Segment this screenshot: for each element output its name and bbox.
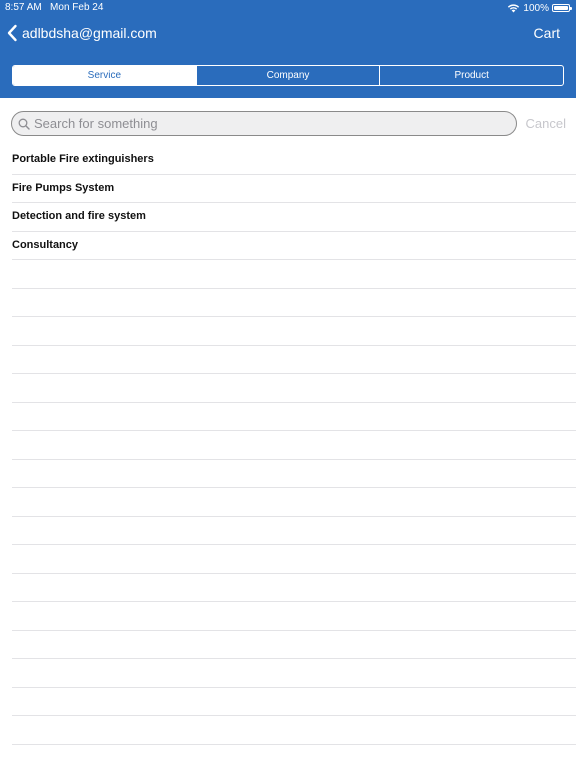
empty-row <box>12 403 576 431</box>
empty-row <box>12 574 576 602</box>
empty-row <box>12 488 576 517</box>
list-item-label: Fire Pumps System <box>12 181 115 194</box>
wifi-icon <box>508 4 520 13</box>
segment-product[interactable]: Product <box>379 66 563 85</box>
empty-row <box>12 545 576 574</box>
navigation-bar: adlbdsha@gmail.com Cart <box>0 16 576 53</box>
search-input[interactable] <box>34 116 494 131</box>
search-icon <box>18 118 30 130</box>
segment-service[interactable]: Service <box>13 66 196 85</box>
empty-row <box>12 260 576 289</box>
empty-row <box>12 346 576 374</box>
header: 8:57 AM Mon Feb 24 100% adlbdsha@gmail.c… <box>0 0 576 98</box>
segment-company[interactable]: Company <box>195 66 380 85</box>
segmented-control: Service Company Product <box>12 65 564 86</box>
status-indicators: 100% <box>507 2 572 14</box>
empty-row <box>12 317 576 346</box>
cart-button[interactable]: Cart <box>534 25 560 41</box>
status-time-date: 8:57 AM Mon Feb 24 <box>5 2 103 13</box>
list-item[interactable]: Portable Fire extinguishers <box>12 146 576 175</box>
status-time: 8:57 AM <box>5 2 42 13</box>
list-item[interactable]: Consultancy <box>12 232 576 260</box>
empty-row <box>12 745 576 768</box>
empty-row <box>12 688 576 716</box>
list-item-label: Portable Fire extinguishers <box>12 153 154 165</box>
empty-row <box>12 602 576 631</box>
chevron-left-icon <box>7 24 17 42</box>
status-date: Mon Feb 24 <box>50 2 104 13</box>
back-button[interactable]: adlbdsha@gmail.com <box>6 24 157 42</box>
empty-row <box>12 716 576 745</box>
list-item-label: Consultancy <box>12 238 79 251</box>
list-item-label: Detection and fire system <box>12 210 146 222</box>
battery-icon <box>552 4 572 12</box>
app-screen: 8:57 AM Mon Feb 24 100% adlbdsha@gmail.c… <box>0 0 576 768</box>
search-field[interactable] <box>11 111 517 136</box>
empty-row <box>12 659 576 688</box>
cancel-button[interactable]: Cancel <box>526 116 566 131</box>
list-item[interactable]: Detection and fire system <box>12 203 576 232</box>
empty-row <box>12 289 576 317</box>
battery-percent: 100% <box>523 2 549 14</box>
empty-row <box>12 460 576 488</box>
empty-row <box>12 631 576 659</box>
back-label: adlbdsha@gmail.com <box>22 25 157 41</box>
list-item[interactable]: Fire Pumps System <box>12 175 576 203</box>
search-bar: Cancel <box>0 98 576 146</box>
status-bar: 8:57 AM Mon Feb 24 100% <box>0 0 576 16</box>
empty-row <box>12 374 576 403</box>
empty-row <box>12 517 576 545</box>
service-list: Portable Fire extinguishers Fire Pumps S… <box>0 146 576 768</box>
empty-row <box>12 431 576 460</box>
